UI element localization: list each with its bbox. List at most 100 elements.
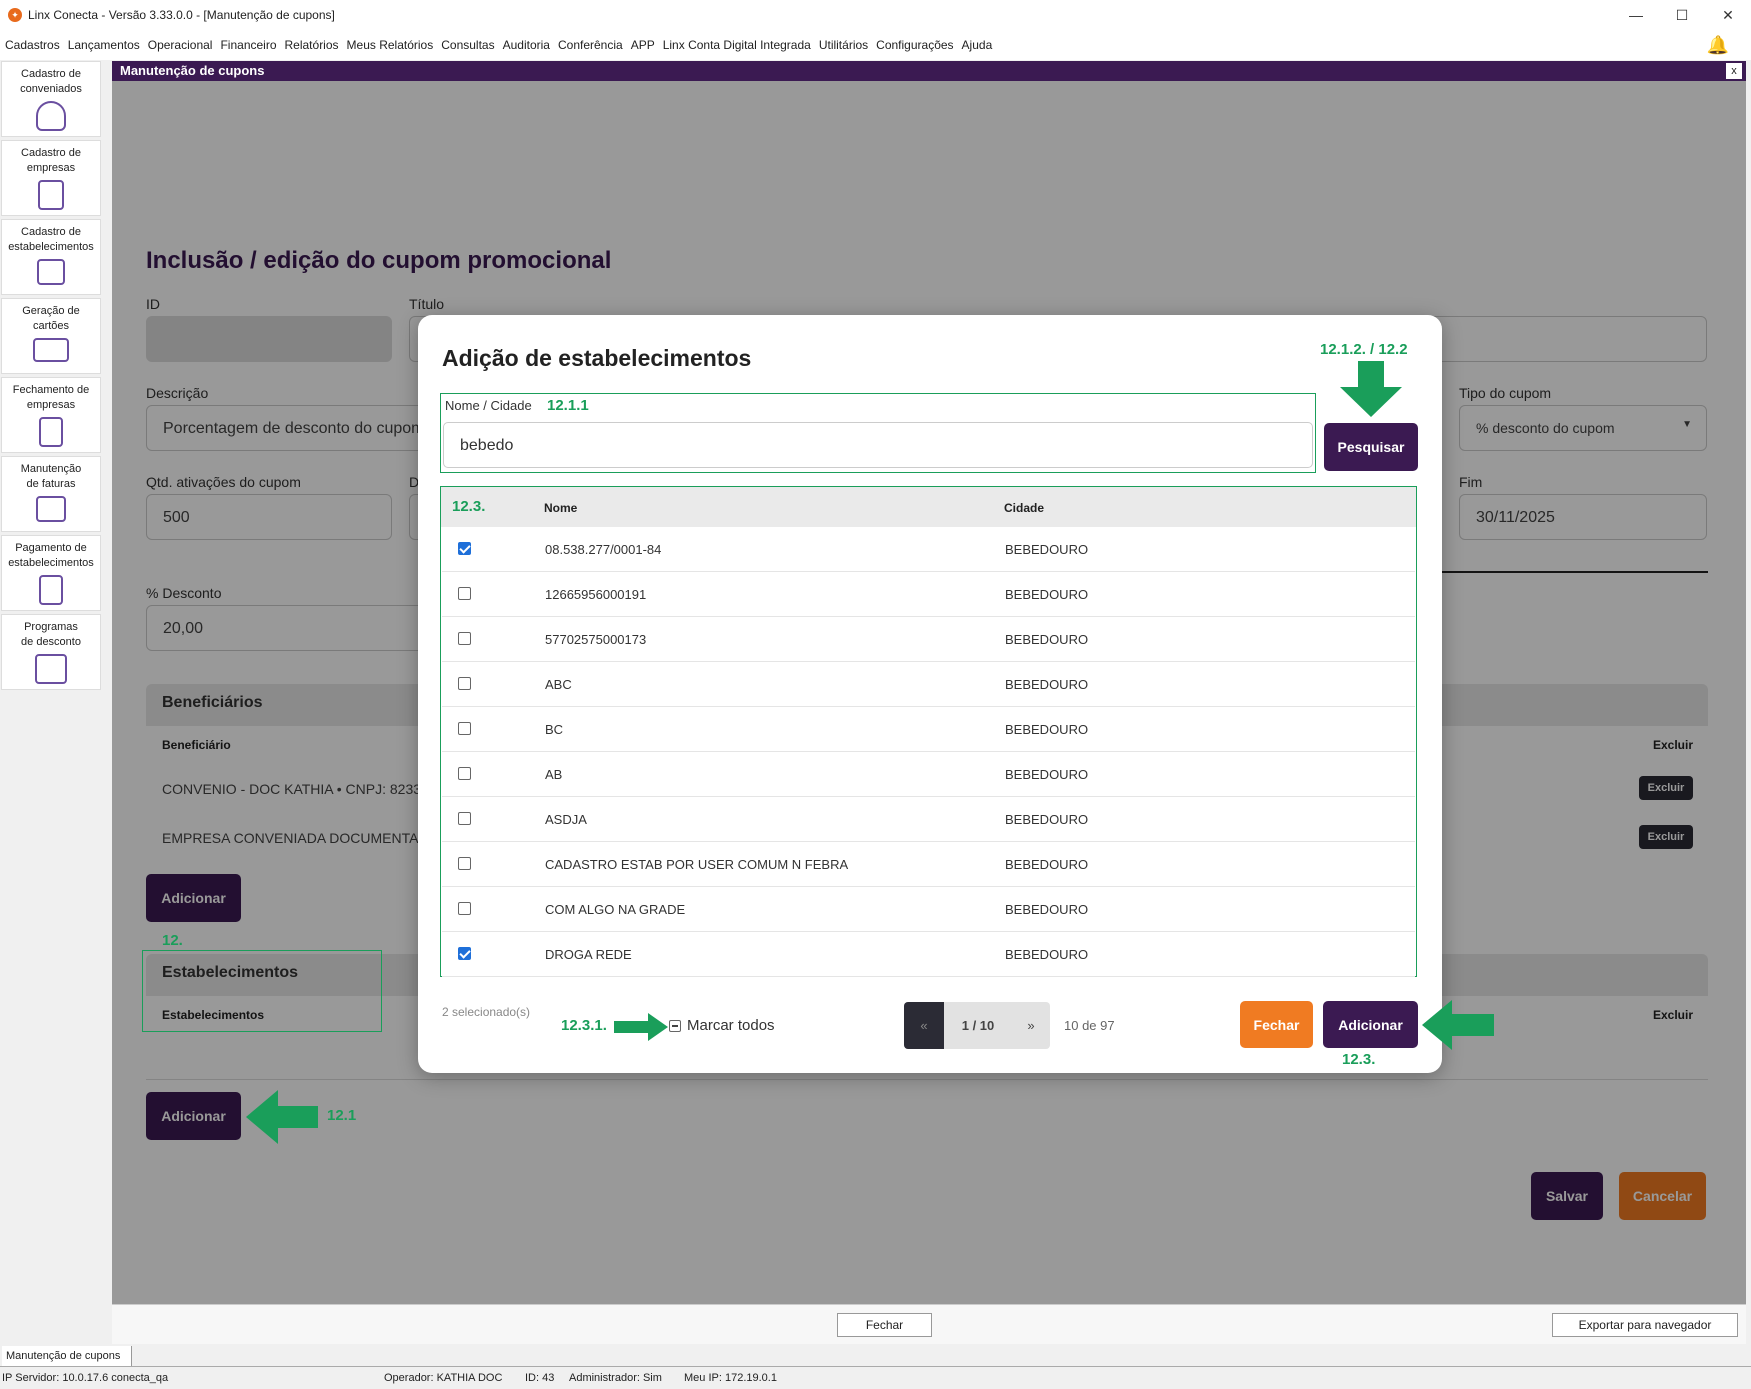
app-logo-icon: ✦ — [8, 8, 22, 22]
bell-icon[interactable]: 🔔 — [1707, 35, 1729, 56]
menu-linx-conta[interactable]: Linx Conta Digital Integrada — [663, 38, 811, 52]
page-next-button[interactable]: » — [1012, 1002, 1050, 1049]
search-input[interactable]: bebedo — [443, 422, 1313, 468]
table-row[interactable]: BC BEBEDOURO — [442, 707, 1415, 752]
menu-consultas[interactable]: Consultas — [441, 38, 494, 52]
panel-title: Manutenção de cupons — [112, 61, 1746, 81]
admin-info: Administrador: Sim — [569, 1372, 662, 1384]
sidebar-item-programas[interactable]: Programas de desconto — [1, 614, 101, 690]
window-tab[interactable]: Manutenção de cupons — [2, 1346, 132, 1366]
building-icon — [38, 180, 64, 210]
annotation-label: 12.3. — [1342, 1051, 1376, 1068]
row-checkbox[interactable] — [458, 587, 471, 600]
modal-title: Adição de estabelecimentos — [442, 345, 752, 371]
discount-icon — [35, 654, 67, 684]
search-button[interactable]: Pesquisar — [1324, 423, 1418, 471]
table-row[interactable]: 08.538.277/0001-84 BEBEDOURO — [442, 527, 1415, 572]
sidebar-item-pagamento[interactable]: Pagamento de estabelecimentos — [1, 535, 101, 611]
menu-meus-relatorios[interactable]: Meus Relatórios — [347, 38, 434, 52]
sidebar-item-label: empresas — [26, 399, 76, 411]
sidebar-item-label: Geração de — [22, 305, 80, 317]
sidebar-item-cartoes[interactable]: Geração de cartões — [1, 298, 101, 374]
menu-configuracoes[interactable]: Configurações — [876, 38, 953, 52]
selected-count: 2 selecionado(s) — [442, 1005, 531, 1019]
row-checkbox[interactable] — [458, 857, 471, 870]
row-city: BEBEDOURO — [1005, 947, 1089, 962]
menu-ajuda[interactable]: Ajuda — [962, 38, 993, 52]
server-info: IP Servidor: 10.0.17.6 conecta_qa — [2, 1372, 169, 1384]
row-checkbox[interactable] — [458, 767, 471, 780]
user-icon — [36, 101, 66, 131]
table-row[interactable]: 57702575000173 BEBEDOURO — [442, 617, 1415, 662]
sidebar-item-empresas[interactable]: Cadastro de empresas — [1, 140, 101, 216]
menu-operacional[interactable]: Operacional — [148, 38, 213, 52]
menu-app[interactable]: APP — [631, 38, 655, 52]
panel-close-button[interactable]: x — [1726, 63, 1742, 79]
row-checkbox[interactable] — [458, 542, 471, 555]
table-row[interactable]: ABC BEBEDOURO — [442, 662, 1415, 707]
close-icon[interactable]: ✕ — [1705, 0, 1751, 30]
row-name: CADASTRO ESTAB POR USER COMUM N FEBRA — [545, 857, 849, 872]
menu-relatorios[interactable]: Relatórios — [285, 38, 339, 52]
maximize-icon[interactable]: ☐ — [1659, 0, 1705, 30]
close-modal-button[interactable]: Fechar — [1240, 1001, 1313, 1048]
sidebar-item-estabelecimentos[interactable]: Cadastro de estabelecimentos — [1, 219, 101, 295]
table-row[interactable]: DROGA REDE BEBEDOURO — [442, 932, 1415, 977]
row-checkbox[interactable] — [458, 902, 471, 915]
add-selected-button[interactable]: Adicionar — [1323, 1001, 1418, 1048]
search-label: Nome / Cidade — [445, 398, 532, 413]
sidebar-item-label: cartões — [32, 320, 70, 332]
row-checkbox[interactable] — [458, 632, 471, 645]
row-name: ASDJA — [545, 812, 587, 827]
table-row[interactable]: COM ALGO NA GRADE BEBEDOURO — [442, 887, 1415, 932]
id-info: ID: 43 — [525, 1372, 555, 1384]
sidebar-item-label: de faturas — [26, 478, 76, 490]
menu-financeiro[interactable]: Financeiro — [220, 38, 276, 52]
sidebar-item-label: Programas — [24, 621, 78, 633]
status-bar: Manutenção de cupons IP Servidor: 10.0.1… — [0, 1344, 1751, 1389]
checkbox-indeterminate-icon[interactable] — [669, 1019, 681, 1032]
table-row[interactable]: ASDJA BEBEDOURO — [442, 797, 1415, 842]
table-row[interactable]: AB BEBEDOURO — [442, 752, 1415, 797]
row-name: 57702575000173 — [545, 632, 647, 647]
sidebar-item-label: Fechamento de — [12, 384, 90, 396]
menu-utilitarios[interactable]: Utilitários — [819, 38, 868, 52]
bottom-bar: Fechar Exportar para navegador — [112, 1304, 1746, 1344]
row-name: 12665956000191 — [545, 587, 647, 602]
search-group: Nome / Cidade 12.1.1 bebedo — [440, 393, 1316, 473]
sidebar-item-label: conveniados — [20, 83, 82, 95]
window-title: Linx Conecta - Versão 3.33.0.0 - [Manute… — [28, 8, 335, 22]
select-all-toggle[interactable]: Marcar todos — [669, 1017, 775, 1034]
row-city: BEBEDOURO — [1005, 632, 1089, 647]
row-city: BEBEDOURO — [1005, 587, 1089, 602]
sidebar-item-label: de desconto — [21, 636, 81, 648]
row-checkbox[interactable] — [458, 722, 471, 735]
table-row[interactable]: 12665956000191 BEBEDOURO — [442, 572, 1415, 617]
sidebar-item-conveniados[interactable]: Cadastro de conveniados — [1, 61, 101, 137]
export-browser-button[interactable]: Exportar para navegador — [1552, 1313, 1738, 1337]
menu-auditoria[interactable]: Auditoria — [503, 38, 550, 52]
sidebar-item-faturas[interactable]: Manutenção de faturas — [1, 456, 101, 532]
arrow-left-icon — [1422, 1000, 1494, 1055]
menu-cadastros[interactable]: Cadastros — [5, 38, 60, 52]
close-window-button[interactable]: Fechar — [837, 1313, 932, 1337]
sidebar-item-label: Manutenção — [20, 463, 82, 475]
row-name: DROGA REDE — [545, 947, 632, 962]
menu-bar: Cadastros Lançamentos Operacional Financ… — [0, 30, 1751, 60]
menu-conferencia[interactable]: Conferência — [558, 38, 623, 52]
sidebar-item-fechamento[interactable]: Fechamento de empresas — [1, 377, 101, 453]
page-prev-button[interactable]: « — [904, 1002, 944, 1049]
row-city: BEBEDOURO — [1005, 767, 1089, 782]
annotation-label: 12.1.1 — [547, 397, 589, 414]
sidebar-item-label: empresas — [26, 162, 76, 174]
minimize-icon[interactable]: — — [1613, 0, 1659, 30]
sidebar-item-label: estabelecimentos — [8, 557, 94, 569]
row-checkbox[interactable] — [458, 677, 471, 690]
table-row[interactable]: CADASTRO ESTAB POR USER COMUM N FEBRA BEB… — [442, 842, 1415, 887]
row-checkbox[interactable] — [458, 947, 471, 960]
row-city: BEBEDOURO — [1005, 812, 1089, 827]
menu-lancamentos[interactable]: Lançamentos — [68, 38, 140, 52]
row-checkbox[interactable] — [458, 812, 471, 825]
table-header: 12.3. Nome Cidade — [441, 487, 1416, 527]
annotation-label: 12.1 — [327, 1107, 357, 1124]
